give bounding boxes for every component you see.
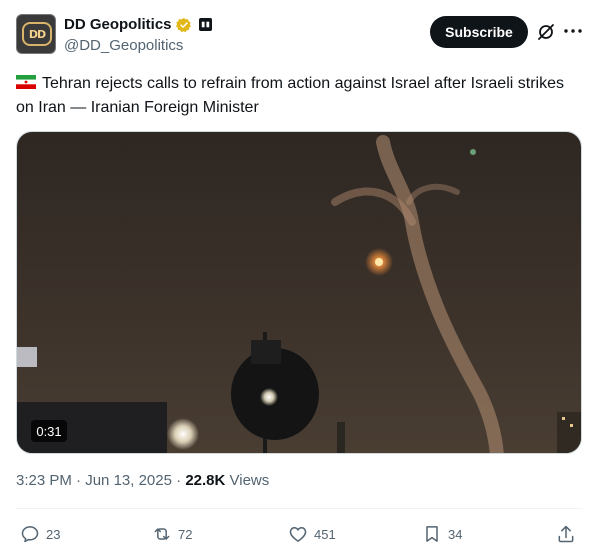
avatar[interactable]: DD (16, 14, 56, 54)
video-player[interactable]: 0:31 (16, 131, 582, 454)
bookmark-count: 34 (448, 526, 463, 542)
video-duration-badge: 0:31 (31, 420, 67, 442)
display-name[interactable]: DD Geopolitics (64, 16, 172, 33)
views-count: 22.8K (185, 472, 226, 489)
iran-flag-icon (16, 75, 36, 89)
video-frame (17, 132, 581, 453)
name-row: DD Geopolitics (64, 16, 212, 33)
subscribe-button[interactable]: Subscribe (430, 16, 528, 48)
meta-separator: · (76, 472, 82, 489)
user-handle[interactable]: @DD_Geopolitics (64, 37, 183, 54)
action-bar: 23 72 451 34 (16, 519, 583, 549)
reply-count: 23 (46, 526, 61, 542)
tweet-text: Tehran rejects calls to refrain from act… (16, 72, 576, 120)
tweet-date[interactable]: Jun 13, 2025 (85, 472, 172, 489)
share-button[interactable] (556, 519, 576, 549)
affiliate-badge-icon[interactable] (198, 18, 212, 31)
reply-button[interactable]: 23 (20, 519, 60, 549)
tweet-header: DD DD Geopolitics @DD_Geopolitics Subscr… (16, 14, 583, 58)
bookmark-button[interactable]: 34 (422, 519, 462, 549)
like-count: 451 (314, 526, 336, 542)
meta-separator: · (176, 472, 182, 489)
bookmark-icon (426, 526, 438, 542)
avatar-logo: DD (22, 22, 52, 46)
verified-badge-icon[interactable] (175, 17, 192, 33)
tweet-meta: 3:23 PM · Jun 13, 2025 · 22.8K Views (16, 472, 269, 489)
grok-icon[interactable] (536, 22, 556, 42)
share-icon (558, 525, 574, 543)
tweet-time[interactable]: 3:23 PM (16, 472, 72, 489)
views-label: Views (229, 472, 270, 489)
repost-button[interactable]: 72 (152, 519, 192, 549)
like-button[interactable]: 451 (288, 519, 336, 549)
reply-icon (21, 526, 39, 543)
repost-icon (154, 528, 170, 540)
repost-count: 72 (178, 526, 193, 542)
more-icon[interactable] (562, 20, 584, 42)
heart-icon (289, 527, 307, 542)
divider (16, 508, 583, 509)
tweet-body: Tehran rejects calls to refrain from act… (16, 75, 564, 116)
